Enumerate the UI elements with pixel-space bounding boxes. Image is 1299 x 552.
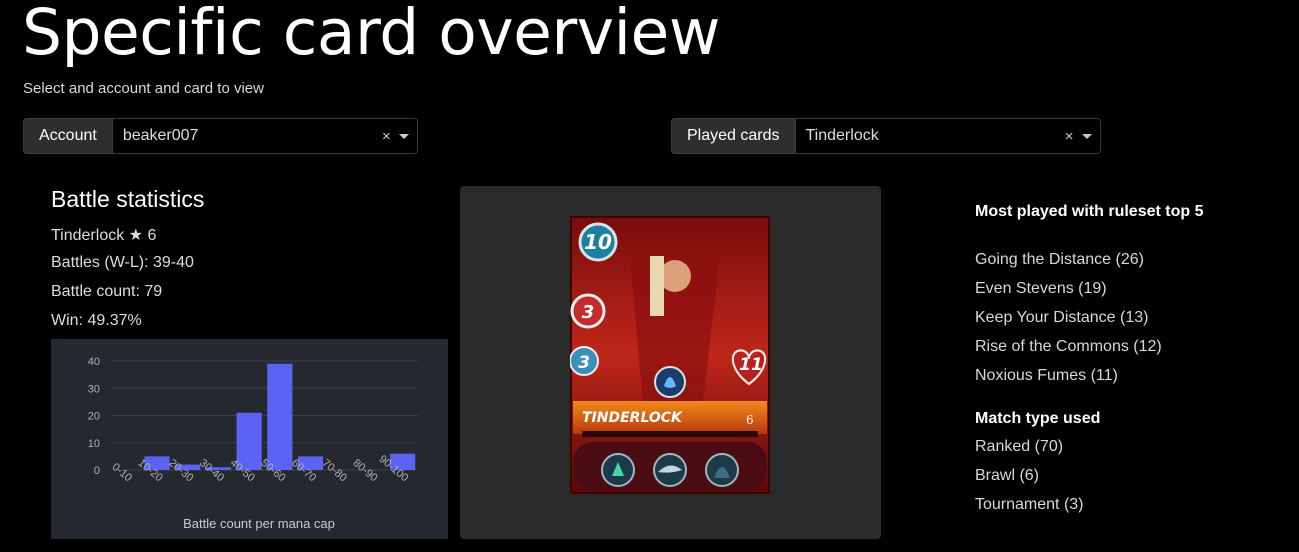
- y-tick-label: 0: [94, 465, 100, 477]
- win-stat: Win: 49.37%: [51, 312, 142, 329]
- card-level-text: 6: [746, 413, 754, 427]
- shark-icon: [653, 453, 687, 487]
- account-clear-icon[interactable]: ×: [382, 128, 391, 145]
- y-tick-label: 10: [88, 438, 100, 450]
- match-type-item: Tournament (3): [975, 496, 1084, 513]
- card-name-text: TINDERLOCK: [582, 410, 683, 426]
- card-chevron-down-icon[interactable]: [1081, 133, 1092, 139]
- y-tick-label: 20: [88, 411, 100, 423]
- svg-text:10: 10: [584, 230, 612, 254]
- y-tick-label: 30: [88, 383, 100, 395]
- melee-attack-icon: 3: [570, 293, 606, 329]
- battles-stat: Battles (W-L): 39-40: [51, 254, 194, 271]
- battle-count-stat: Battle count: 79: [51, 283, 163, 300]
- ruleset-item: Going the Distance (26): [975, 251, 1144, 268]
- card-art-staff: [650, 256, 664, 316]
- card-selector: Played cards Tinderlock ×: [671, 118, 1101, 154]
- ruleset-panel: Most played with ruleset top 5 Going the…: [975, 202, 1205, 513]
- match-type-item: Ranked (70): [975, 438, 1064, 455]
- x-axis-label: Battle count per mana cap: [183, 516, 335, 531]
- mana-icon: 10: [578, 222, 618, 262]
- y-tick-label: 40: [88, 356, 100, 368]
- page-subtitle: Select and account and card to view: [23, 80, 264, 97]
- battle-statistics-title: Battle statistics: [51, 186, 205, 212]
- magic-element-icon: [654, 366, 686, 398]
- speed-icon: 3: [570, 346, 599, 376]
- card-xp-bar: [582, 431, 758, 437]
- account-selector: Account beaker007 ×: [23, 118, 418, 154]
- x-tick-label: 70-80: [320, 457, 349, 484]
- ruleset-item: Noxious Fumes (11): [975, 367, 1118, 384]
- match-type-item: Brawl (6): [975, 467, 1040, 484]
- chart-bar: [267, 363, 293, 470]
- page-title: Specific card overview: [22, 0, 720, 69]
- account-select[interactable]: beaker007 ×: [112, 118, 418, 154]
- fire-spirit-icon: [601, 453, 635, 487]
- ruleset-item: Rise of the Commons (12): [975, 338, 1162, 355]
- svg-text:3: 3: [578, 353, 590, 373]
- x-tick-label: 20-30: [166, 457, 195, 484]
- card-image-panel: TINDERLOCK 6 10 3 3 11: [460, 186, 881, 539]
- ruleset-item: Keep Your Distance (13): [975, 309, 1149, 326]
- svg-text:3: 3: [582, 302, 595, 323]
- account-label: Account: [23, 118, 113, 154]
- x-tick-label: 80-90: [350, 457, 379, 484]
- match-type-heading: Match type used: [975, 410, 1101, 427]
- card-value: Tinderlock: [805, 127, 879, 144]
- x-tick-label: 30-40: [197, 457, 226, 484]
- ruleset-item: Even Stevens (19): [975, 280, 1107, 297]
- mana-cap-chart: 0 10 20 30 40 0-10 10-20 20-30 30-40 40-50 50-60 60…: [51, 339, 448, 539]
- account-chevron-down-icon[interactable]: [398, 133, 409, 139]
- card-select[interactable]: Tinderlock ×: [795, 118, 1101, 154]
- card-clear-icon[interactable]: ×: [1065, 128, 1074, 145]
- card-image: TINDERLOCK 6 10 3 3 11: [570, 216, 770, 494]
- account-value: beaker007: [122, 127, 199, 144]
- svg-text:11: 11: [739, 355, 763, 375]
- ruleset-heading: Most played with ruleset top 5: [975, 203, 1204, 220]
- chart-canvas: 0102030400-10 10-20 20-30 30-40 40-50 50-60 60…: [88, 356, 418, 531]
- hooded-figure-icon: [705, 453, 739, 487]
- card-name-stat: Tinderlock ★ 6: [51, 227, 157, 244]
- x-tick-label: 0-10: [110, 461, 135, 484]
- played-cards-label: Played cards: [671, 118, 796, 154]
